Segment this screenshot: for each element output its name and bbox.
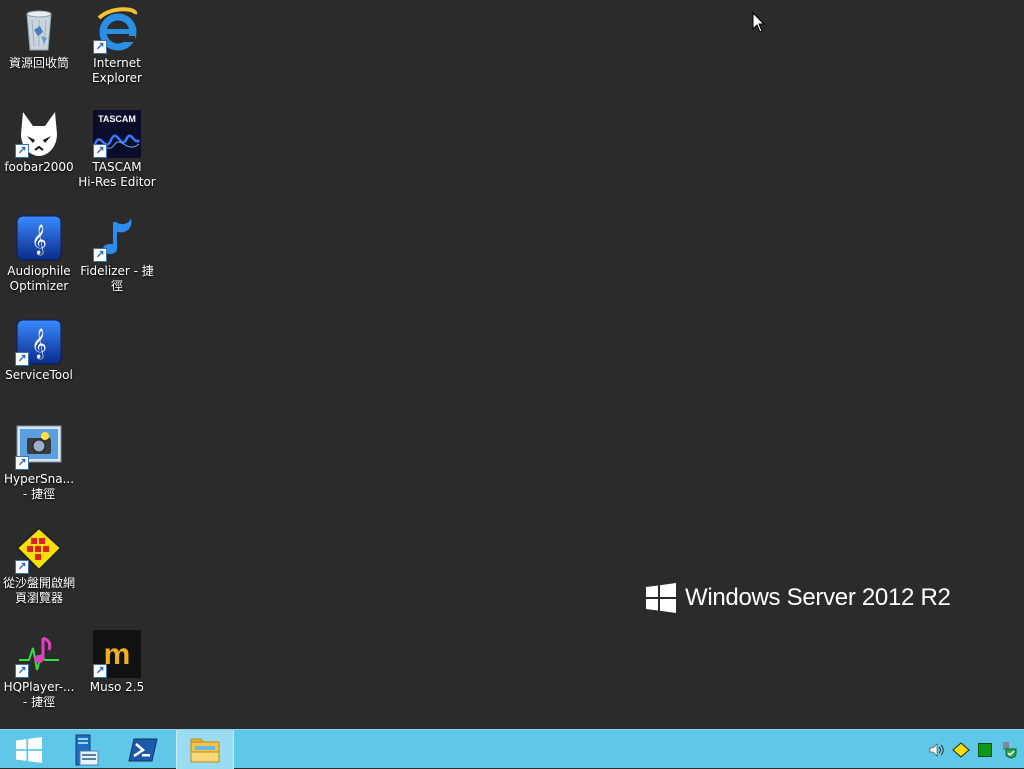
- desktop-icon-servicetool[interactable]: 𝄞 ↗ ServiceTool: [0, 318, 78, 383]
- system-tray: [928, 730, 1018, 769]
- muso-icon: m ↗: [93, 630, 141, 678]
- desktop-icon-sandboxie[interactable]: ↗ 從沙盤開啟網 頁瀏覽器: [0, 526, 78, 606]
- desktop-icon-label: ServiceTool: [5, 368, 73, 382]
- desktop-icon-tascam[interactable]: TASCAM ↗ TASCAM Hi-Res Editor: [78, 110, 156, 190]
- desktop-icon-label: Fidelizer - 捷 徑: [80, 264, 154, 293]
- desktop-icon-label: 資源回收筒: [8, 56, 69, 70]
- desktop-icon-label: Muso 2.5: [89, 680, 145, 694]
- server-manager-button[interactable]: [54, 730, 112, 769]
- desktop-icon-fidelizer[interactable]: ↗ Fidelizer - 捷 徑: [78, 214, 156, 294]
- hqplayer-icon: ↗: [15, 630, 63, 678]
- desktop-icon-label: HQPlayer-... - 捷徑: [3, 680, 75, 709]
- shortcut-arrow-icon: ↗: [15, 664, 29, 678]
- windows-server-branding: Windows Server 2012 R2: [646, 583, 951, 613]
- shortcut-arrow-icon: ↗: [15, 352, 29, 366]
- shortcut-arrow-icon: ↗: [15, 456, 29, 470]
- windows-logo-icon: [646, 583, 676, 613]
- shortcut-arrow-icon: ↗: [93, 40, 107, 54]
- shortcut-arrow-icon: ↗: [93, 144, 107, 158]
- svg-text:𝄞: 𝄞: [31, 328, 46, 360]
- shortcut-arrow-icon: ↗: [15, 560, 29, 574]
- speaker-icon[interactable]: [928, 741, 946, 759]
- svg-text:m: m: [104, 638, 131, 671]
- branding-text: Windows Server 2012 R2: [685, 584, 951, 611]
- desktop-icon-label: TASCAM Hi-Res Editor: [78, 160, 156, 189]
- desktop: 資源回收筒 ↗ Internet Explorer ↗ foobar2000 T…: [0, 0, 1024, 729]
- desktop-icon-internet-explorer[interactable]: ↗ Internet Explorer: [78, 6, 156, 86]
- powershell-button[interactable]: [114, 730, 172, 769]
- start-button[interactable]: [0, 730, 58, 769]
- shortcut-arrow-icon: ↗: [93, 664, 107, 678]
- desktop-icon-label: Audiophile Optimizer: [7, 264, 71, 293]
- desktop-icon-muso[interactable]: m ↗ Muso 2.5: [78, 630, 156, 695]
- windows-start-icon: [16, 736, 42, 763]
- foobar2000-icon: ↗: [15, 110, 63, 158]
- mouse-cursor-icon: [752, 12, 766, 33]
- servicetool-icon: 𝄞 ↗: [15, 318, 63, 366]
- file-explorer-button[interactable]: [176, 730, 234, 769]
- server-manager-icon: [75, 734, 99, 765]
- hypersnap-icon: ↗: [15, 422, 63, 470]
- recycle-bin-icon: [15, 6, 63, 54]
- internet-explorer-icon: ↗: [93, 6, 141, 54]
- tascam-icon: TASCAM ↗: [93, 110, 141, 158]
- desktop-icon-foobar2000[interactable]: ↗ foobar2000: [0, 110, 78, 175]
- shortcut-arrow-icon: ↗: [93, 248, 107, 262]
- security-shield-icon[interactable]: [1000, 741, 1018, 759]
- desktop-icon-hypersnap[interactable]: ↗ HyperSna... - 捷徑: [0, 422, 78, 502]
- desktop-icon-hqplayer[interactable]: ↗ HQPlayer-... - 捷徑: [0, 630, 78, 710]
- taskbar: [0, 729, 1024, 769]
- desktop-icon-label: HyperSna... - 捷徑: [3, 472, 75, 501]
- desktop-icon-recycle-bin[interactable]: 資源回收筒: [0, 6, 78, 71]
- desktop-icon-label: 從沙盤開啟網 頁瀏覽器: [2, 576, 75, 605]
- fidelizer-icon: ↗: [93, 214, 141, 262]
- network-warning-icon[interactable]: [952, 741, 970, 759]
- svg-text:𝄞: 𝄞: [31, 224, 46, 256]
- shortcut-arrow-icon: ↗: [15, 144, 29, 158]
- green-square-icon[interactable]: [976, 741, 994, 759]
- desktop-icon-label: Internet Explorer: [92, 56, 142, 85]
- desktop-icon-label: foobar2000: [4, 160, 74, 174]
- desktop-icon-audiophile-optimizer[interactable]: 𝄞 Audiophile Optimizer: [0, 214, 78, 294]
- file-explorer-icon: [190, 738, 220, 762]
- tascam-logo-text: TASCAM: [98, 114, 136, 124]
- powershell-icon: [128, 738, 158, 761]
- audiophile-optimizer-icon: 𝄞: [15, 214, 63, 262]
- sandboxie-icon: ↗: [15, 526, 63, 574]
